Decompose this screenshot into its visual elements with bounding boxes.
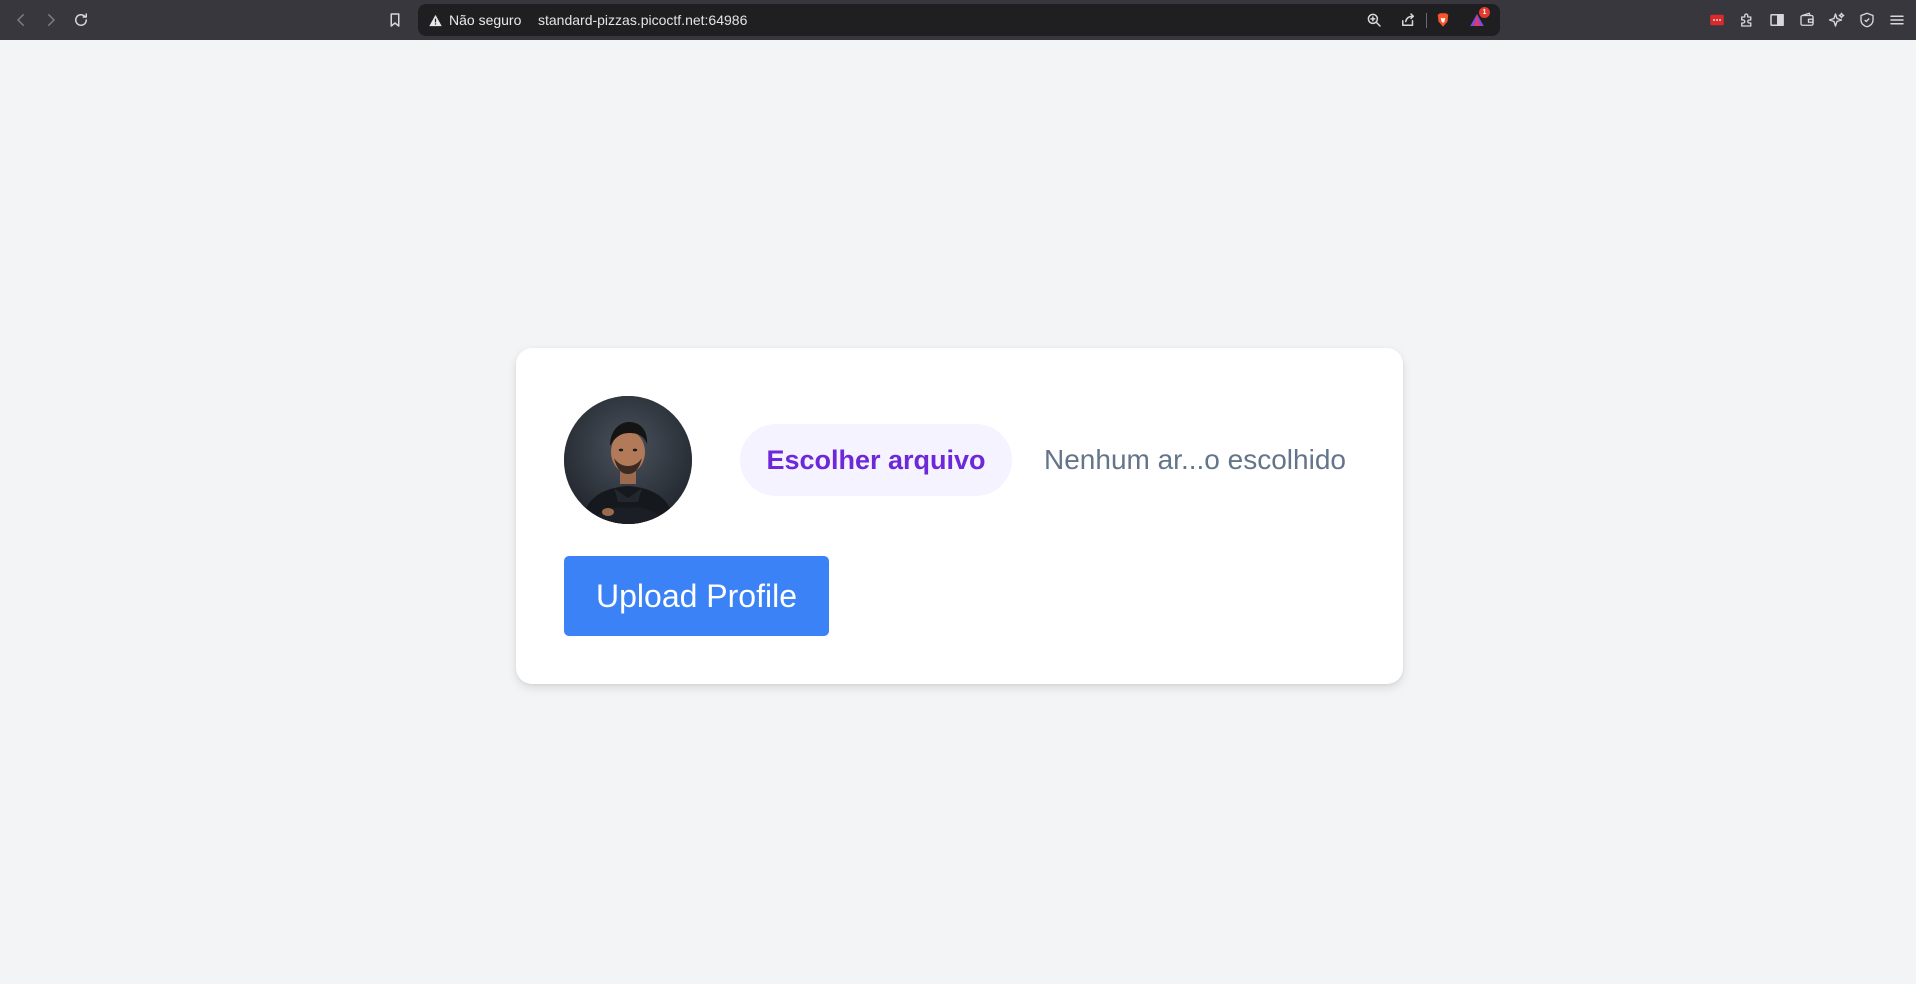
zoom-icon[interactable] [1362,8,1386,32]
toolbar-separator [1426,13,1427,28]
avatar [564,396,692,524]
browser-toolbar: Não seguro standard-pizzas.picoctf.net:6… [0,0,1916,40]
security-indicator[interactable]: Não seguro [428,10,521,30]
shield-icon[interactable] [1855,8,1879,32]
url-text[interactable]: standard-pizzas.picoctf.net:64986 [538,12,747,28]
sparkle-icon[interactable] [1825,8,1849,32]
profile-photo [564,396,692,524]
forward-icon[interactable] [39,8,63,32]
share-icon[interactable] [1396,8,1420,32]
wallet-icon[interactable] [1795,8,1819,32]
puzzle-icon[interactable] [1735,8,1759,32]
notification-badge: 1 [1479,7,1490,18]
brave-lion-icon[interactable] [1431,8,1455,32]
back-icon[interactable] [9,8,33,32]
extension-icon[interactable] [1705,8,1729,32]
sidebar-icon[interactable] [1765,8,1789,32]
triangle-rewards-icon[interactable]: 1 [1465,7,1490,32]
file-status-text: Nenhum ar...o escolhido [1044,444,1346,475]
profile-upload-card: Escolher arquivo Nenhum ar...o escolhido… [516,348,1403,684]
address-bar[interactable]: Não seguro standard-pizzas.picoctf.net:6… [418,4,1500,36]
upload-profile-button[interactable]: Upload Profile [564,556,829,636]
hamburger-menu-icon[interactable] [1885,8,1909,32]
security-label: Não seguro [449,12,522,28]
choose-file-button[interactable]: Escolher arquivo [740,424,1012,496]
warning-triangle-icon [428,13,443,28]
bookmark-icon[interactable] [383,8,407,32]
reload-icon[interactable] [69,8,93,32]
